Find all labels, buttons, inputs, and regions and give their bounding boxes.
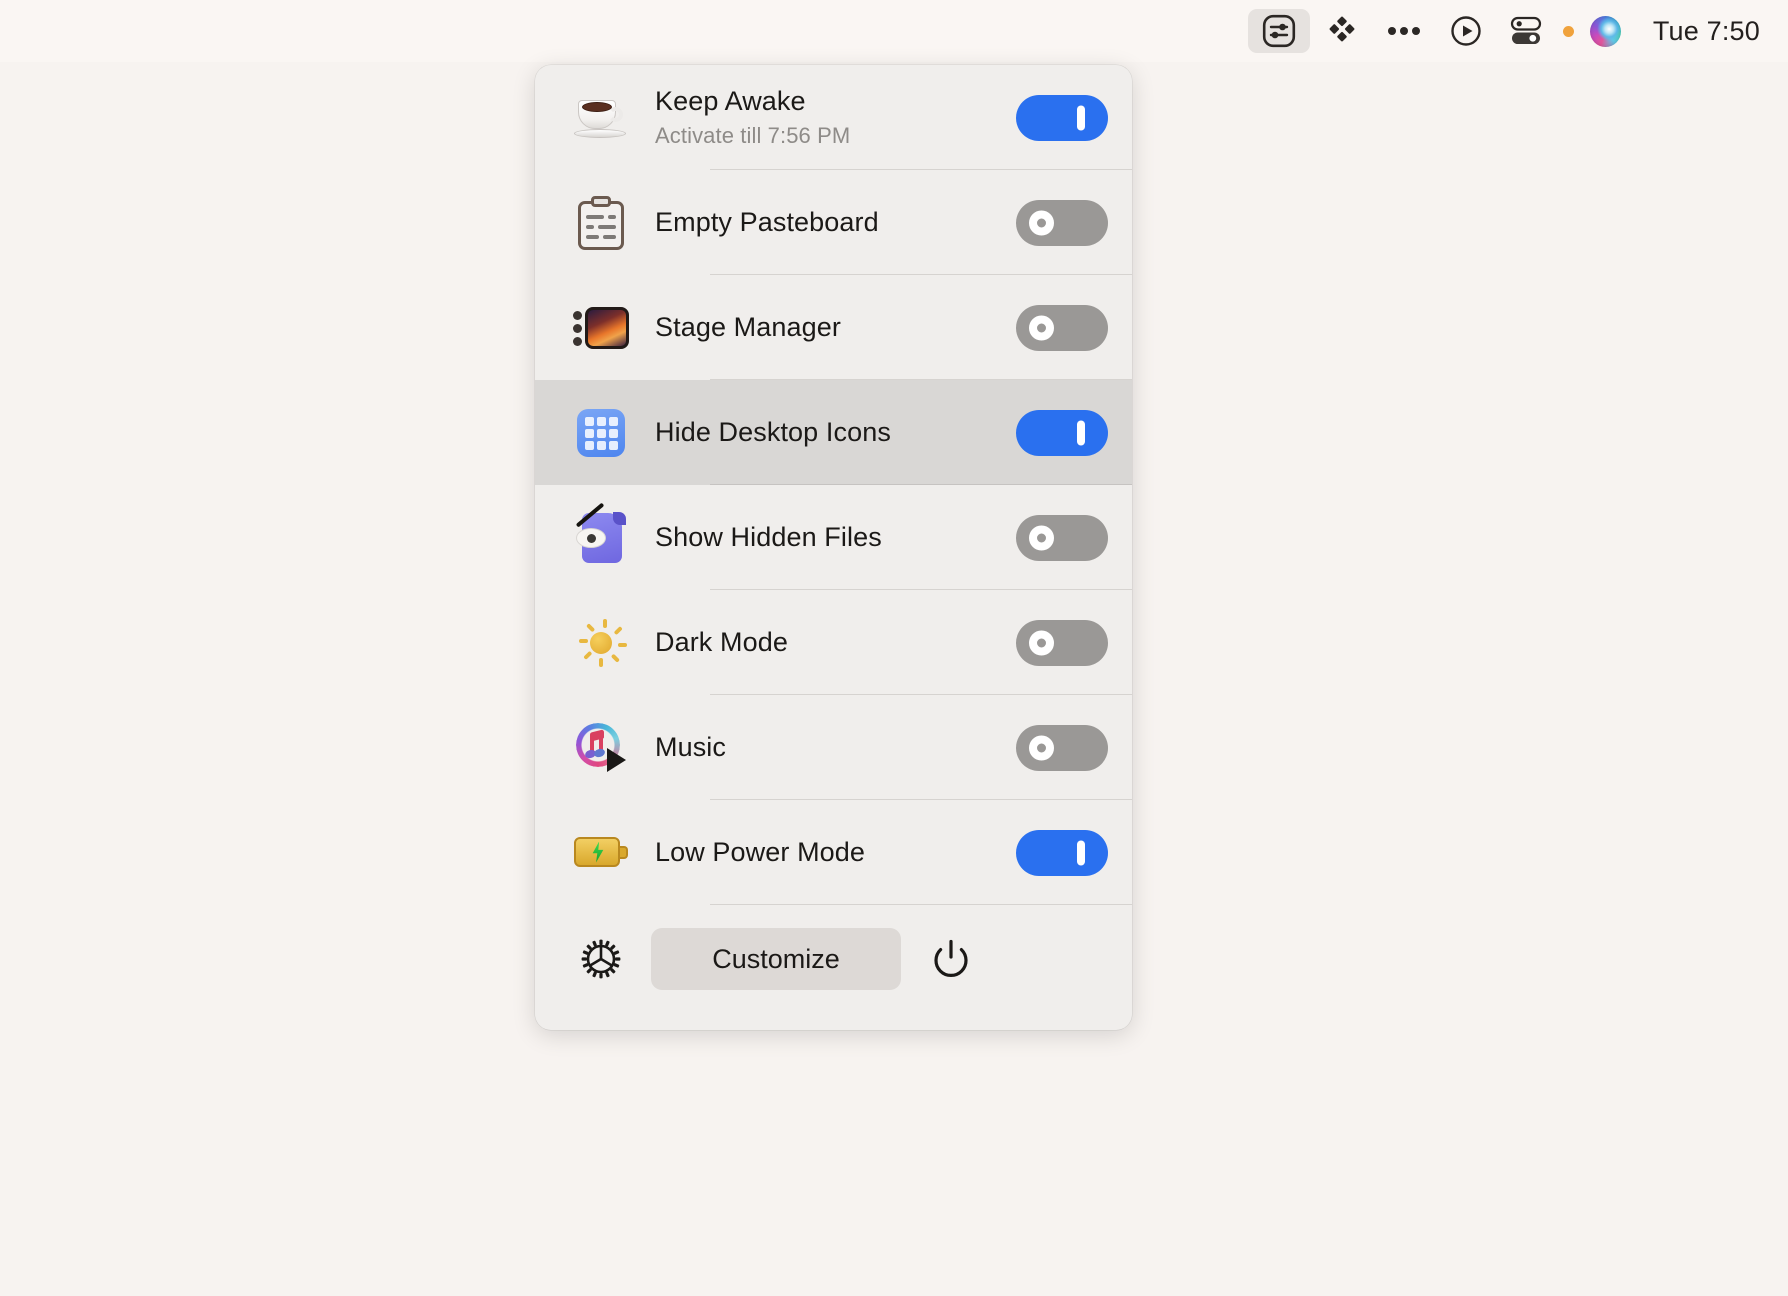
panel-footer: Customize <box>535 905 1132 1013</box>
control-toggles-icon[interactable] <box>1498 9 1556 53</box>
toggle-dark-mode[interactable] <box>1016 619 1108 666</box>
row-music[interactable]: Music <box>535 695 1132 800</box>
row-music-control <box>992 724 1132 771</box>
toggle-music[interactable] <box>1016 724 1108 771</box>
menu-bar-clock[interactable]: Tue 7:50 <box>1637 9 1762 53</box>
sliders-rounded-square-icon <box>1262 14 1295 48</box>
row-empty-pasteboard[interactable]: Empty Pasteboard <box>535 170 1132 275</box>
row-dark-mode[interactable]: Dark Mode <box>535 590 1132 695</box>
customize-button[interactable]: Customize <box>651 928 901 990</box>
row-show-hidden-files-labels: Show Hidden Files <box>645 522 992 554</box>
row-subtitle: Activate till 7:56 PM <box>655 122 851 148</box>
ellipsis-icon <box>1387 27 1420 35</box>
toggle-stage-manager[interactable] <box>1016 304 1108 351</box>
battery-bolt-icon <box>557 800 645 905</box>
siri-orb-icon <box>1589 15 1621 47</box>
gear-icon <box>581 939 621 979</box>
toggle-show-hidden-files[interactable] <box>1016 514 1108 561</box>
row-title: Show Hidden Files <box>655 521 882 552</box>
toggle-hide-desktop-icons[interactable] <box>1016 409 1108 456</box>
row-low-power-mode[interactable]: Low Power Mode <box>535 800 1132 905</box>
quit-button[interactable] <box>907 936 995 982</box>
menu-bar: Tue 7:50 <box>0 0 1788 62</box>
row-dark-mode-labels: Dark Mode <box>645 627 992 659</box>
row-empty-pasteboard-labels: Empty Pasteboard <box>645 207 992 239</box>
row-stage-manager-control <box>992 304 1132 351</box>
row-title: Hide Desktop Icons <box>655 416 891 447</box>
music-icon <box>557 695 645 800</box>
row-dark-mode-control <box>992 619 1132 666</box>
status-dot <box>1562 25 1574 37</box>
row-title: Music <box>655 731 727 762</box>
coffee-cup-icon <box>557 65 645 170</box>
row-title: Stage Manager <box>655 311 841 342</box>
one-switch-panel: Keep Awake Activate till 7:56 PM Empty P… <box>535 65 1132 1030</box>
toggle-empty-pasteboard[interactable] <box>1016 199 1108 246</box>
row-title: Keep Awake <box>655 86 806 117</box>
row-title: Low Power Mode <box>655 836 866 867</box>
dropbox-icon[interactable] <box>1314 9 1370 53</box>
row-show-hidden-files[interactable]: Show Hidden Files <box>535 485 1132 590</box>
toggle-keep-awake[interactable] <box>1016 94 1108 141</box>
play-circle-glyph-icon <box>1451 16 1481 46</box>
toggle-low-power-mode[interactable] <box>1016 829 1108 876</box>
row-keep-awake[interactable]: Keep Awake Activate till 7:56 PM <box>535 65 1132 170</box>
row-stage-manager-labels: Stage Manager <box>645 312 992 344</box>
row-title: Empty Pasteboard <box>655 206 879 237</box>
row-stage-manager[interactable]: Stage Manager <box>535 275 1132 380</box>
row-low-power-mode-control <box>992 829 1132 876</box>
play-circle-icon[interactable] <box>1438 9 1494 53</box>
desktop-grid-icon <box>557 380 645 485</box>
stage-manager-icon <box>557 275 645 380</box>
hidden-files-icon <box>557 485 645 590</box>
power-icon <box>934 939 968 977</box>
siri-icon[interactable] <box>1578 9 1633 53</box>
row-empty-pasteboard-control <box>992 199 1132 246</box>
sun-icon <box>557 590 645 695</box>
one-switch-app-icon[interactable] <box>1247 9 1310 53</box>
row-hide-desktop-icons-control <box>992 409 1132 456</box>
row-title: Dark Mode <box>655 626 788 657</box>
clipboard-icon <box>557 170 645 275</box>
row-keep-awake-labels: Keep Awake Activate till 7:56 PM <box>645 86 992 149</box>
row-low-power-mode-labels: Low Power Mode <box>645 837 992 869</box>
overflow-menu-icon[interactable] <box>1374 9 1434 53</box>
settings-button[interactable] <box>557 936 645 982</box>
row-keep-awake-control <box>992 94 1132 141</box>
dual-toggle-icon <box>1510 16 1541 44</box>
diamond-cluster-icon <box>1329 16 1355 42</box>
row-hide-desktop-icons-labels: Hide Desktop Icons <box>645 417 992 449</box>
row-show-hidden-files-control <box>992 514 1132 561</box>
row-hide-desktop-icons[interactable]: Hide Desktop Icons <box>535 380 1132 485</box>
row-music-labels: Music <box>645 732 992 764</box>
